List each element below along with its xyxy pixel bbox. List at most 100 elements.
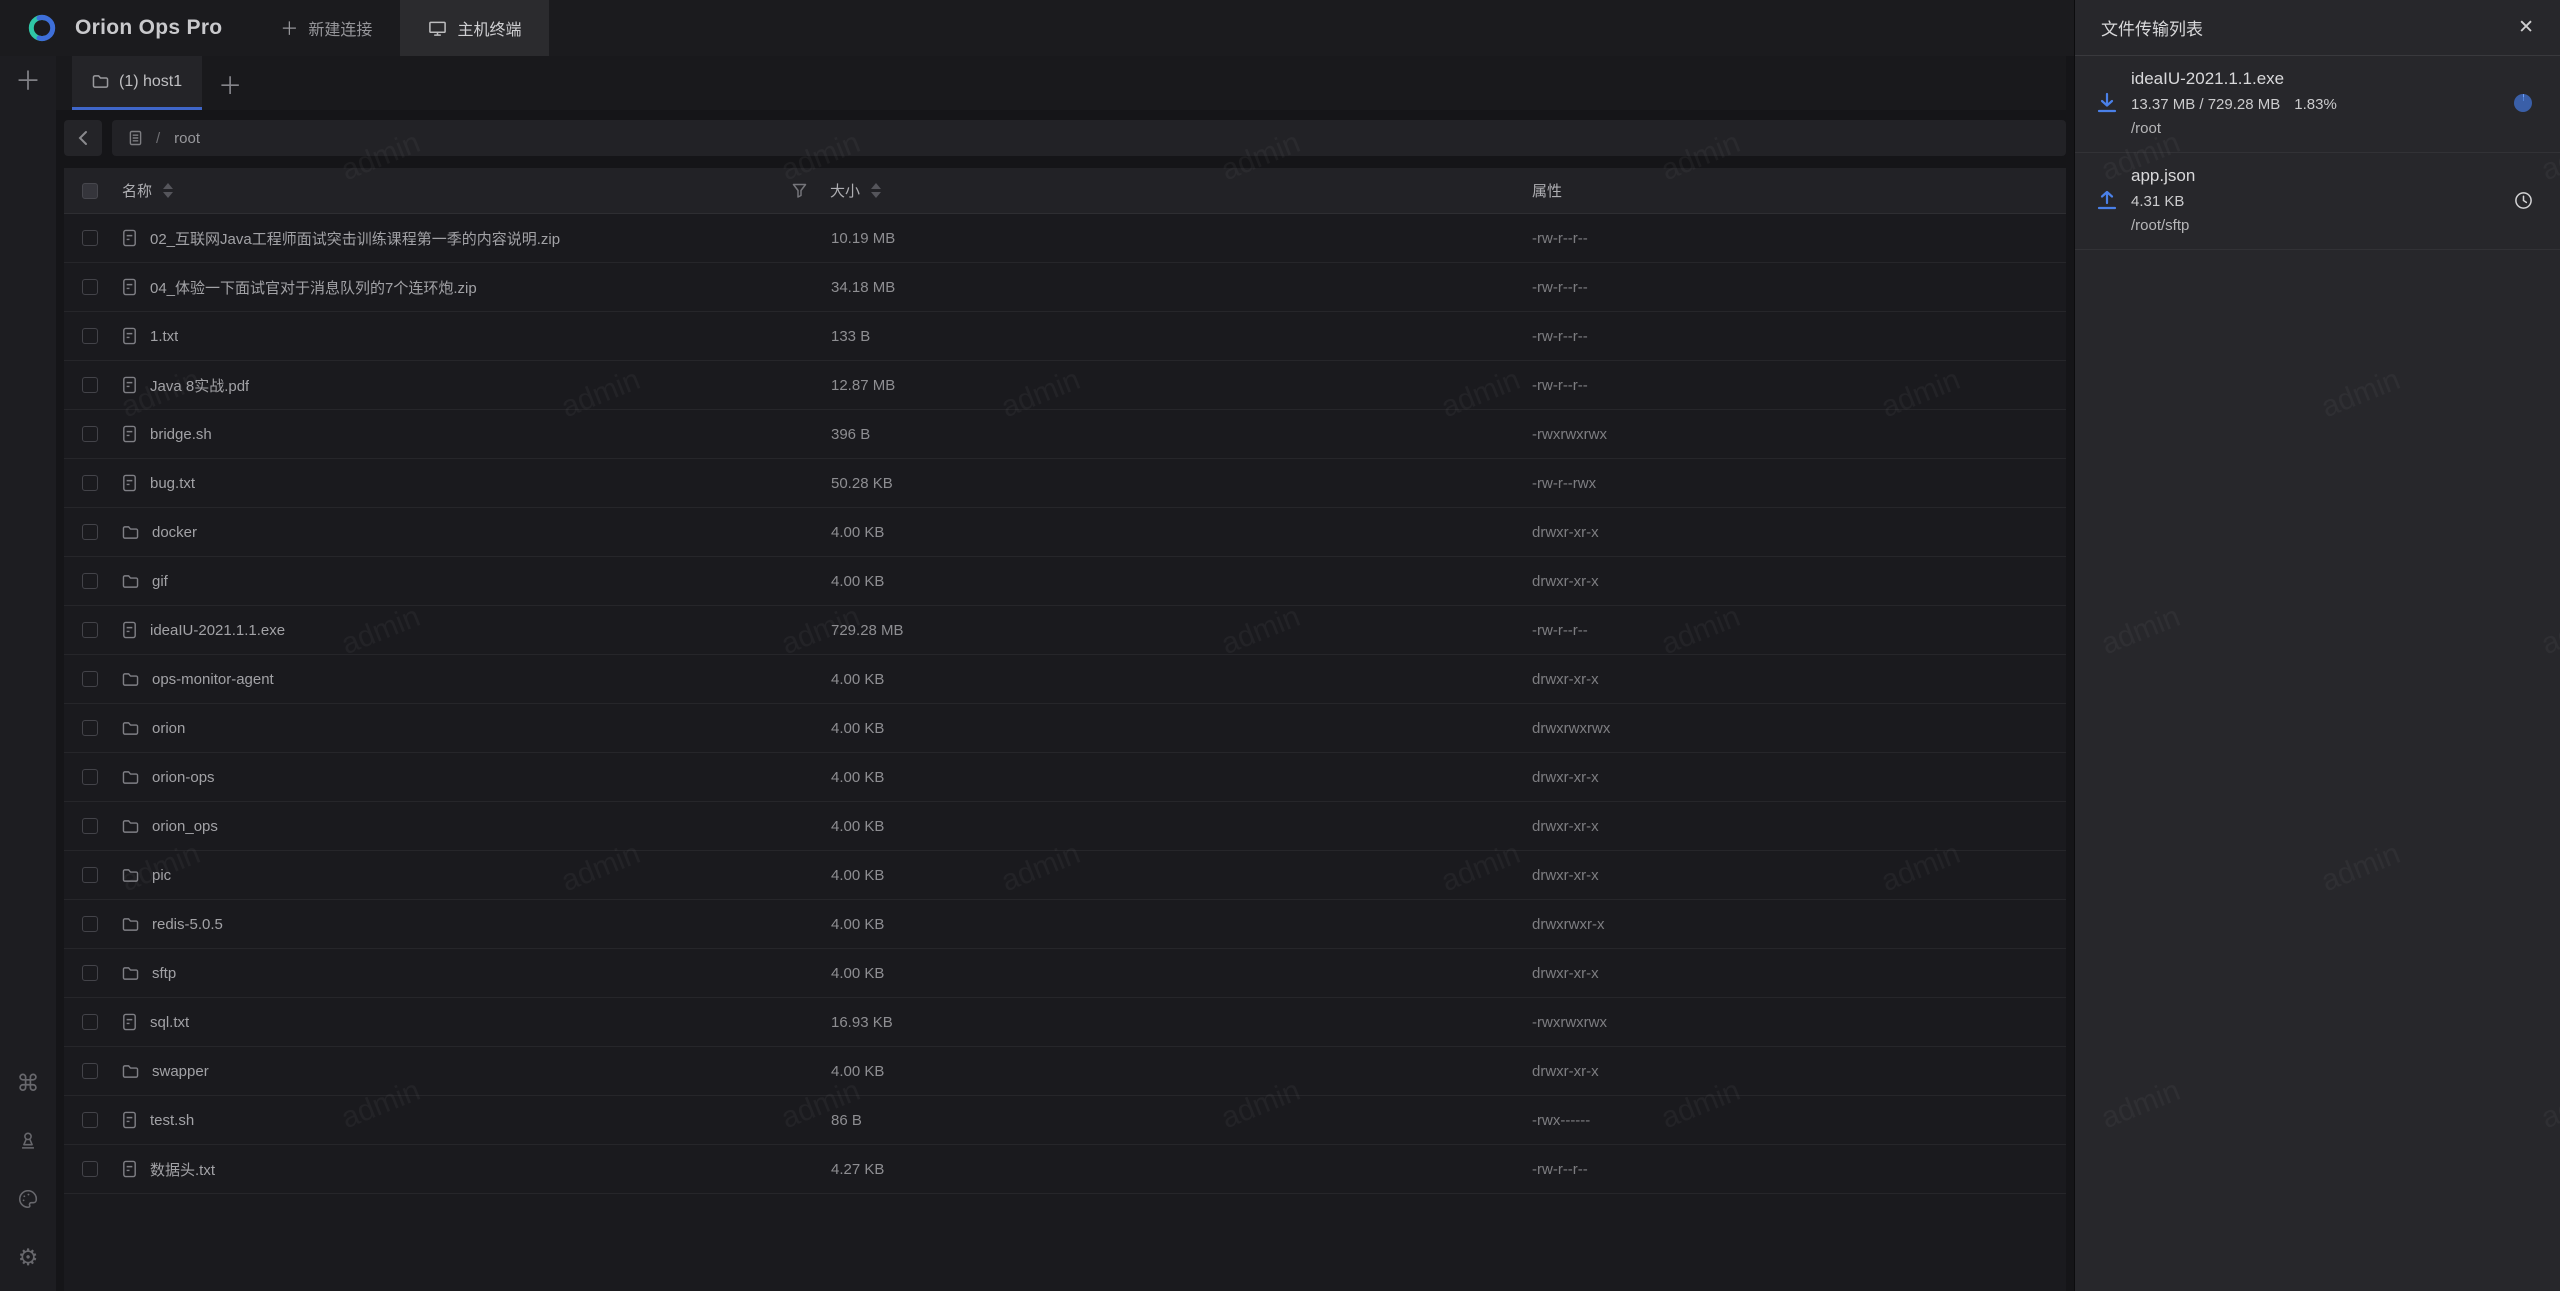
rail-add-button[interactable]: ＋ [15,68,41,94]
file-name[interactable]: pic [152,867,171,884]
host-terminal-tab[interactable]: 主机终端 [400,0,549,56]
row-checkbox[interactable] [82,1014,98,1030]
transfer-item[interactable]: ideaIU-2021.1.1.exe 13.37 MB / 729.28 MB… [2075,56,2560,153]
row-checkbox[interactable] [82,573,98,589]
file-name[interactable]: ideaIU-2021.1.1.exe [150,622,285,639]
tab-host1[interactable]: (1) host1 [72,56,202,110]
row-checkbox[interactable] [82,916,98,932]
file-size: 16.93 KB [792,1014,1532,1031]
file-icon [122,327,137,345]
file-size: 4.00 KB [792,769,1532,786]
size-sorter[interactable] [871,183,881,198]
file-name[interactable]: sql.txt [150,1014,189,1031]
name-sorter[interactable] [163,183,173,198]
table-row[interactable]: docker 4.00 KB drwxr-xr-x [64,508,2066,557]
folder-icon [122,819,139,834]
name-column-header: 名称 [122,180,152,201]
table-row[interactable]: pic 4.00 KB drwxr-xr-x [64,851,2066,900]
row-checkbox[interactable] [82,426,98,442]
row-checkbox[interactable] [82,524,98,540]
file-name[interactable]: ops-monitor-agent [152,671,274,688]
row-checkbox[interactable] [82,769,98,785]
transfer-item[interactable]: app.json 4.31 KB /root/sftp [2075,153,2560,250]
row-checkbox[interactable] [82,279,98,295]
palette-icon[interactable] [16,1187,40,1211]
new-tab-button[interactable]: ＋ [202,56,258,110]
list-icon[interactable] [129,130,142,146]
stamp-icon[interactable] [16,1129,40,1153]
body-row: ＋ ⌘ [0,56,2074,1291]
file-size: 4.00 KB [792,524,1532,541]
row-checkbox[interactable] [82,1112,98,1128]
table-row[interactable]: test.sh 86 B -rwx------ [64,1096,2066,1145]
file-name[interactable]: orion [152,720,185,737]
table-row[interactable]: ops-monitor-agent 4.00 KB drwxr-xr-x [64,655,2066,704]
table-row[interactable]: orion_ops 4.00 KB drwxr-xr-x [64,802,2066,851]
file-name[interactable]: swapper [152,1063,209,1080]
folder-icon [122,672,139,687]
back-button[interactable] [64,120,102,156]
file-size: 4.00 KB [792,671,1532,688]
row-checkbox[interactable] [82,328,98,344]
new-connection-button[interactable]: ＋ 新建连接 [252,0,400,56]
file-name[interactable]: orion-ops [152,769,215,786]
transfer-percent: 1.83% [2294,96,2337,113]
file-browser: / root 名称 [56,110,2066,1291]
file-name[interactable]: Java 8实战.pdf [150,375,249,396]
command-icon[interactable]: ⌘ [16,1071,40,1095]
table-row[interactable]: ideaIU-2021.1.1.exe 729.28 MB -rw-r--r-- [64,606,2066,655]
table-row[interactable]: bridge.sh 396 B -rwxrwxrwx [64,410,2066,459]
table-row[interactable]: orion-ops 4.00 KB drwxr-xr-x [64,753,2066,802]
filter-icon[interactable] [792,183,807,198]
file-size: 4.00 KB [792,916,1532,933]
file-name[interactable]: 02_互联网Java工程师面试突击训练课程第一季的内容说明.zip [150,228,560,249]
file-name[interactable]: bridge.sh [150,426,212,443]
row-checkbox[interactable] [82,622,98,638]
table-row[interactable]: swapper 4.00 KB drwxr-xr-x [64,1047,2066,1096]
file-name[interactable]: 数据头.txt [150,1159,215,1180]
file-name[interactable]: sftp [152,965,176,982]
table-row[interactable]: 02_互联网Java工程师面试突击训练课程第一季的内容说明.zip 10.19 … [64,214,2066,263]
app-root: Orion Ops Pro ＋ 新建连接 主机终端 ＋ [0,0,2560,1291]
row-checkbox[interactable] [82,720,98,736]
table-row[interactable]: Java 8实战.pdf 12.87 MB -rw-r--r-- [64,361,2066,410]
table-row[interactable]: 04_体验一下面试官对于消息队列的7个连环炮.zip 34.18 MB -rw-… [64,263,2066,312]
table-row[interactable]: redis-5.0.5 4.00 KB drwxrwxr-x [64,900,2066,949]
file-icon [122,621,137,639]
close-icon[interactable]: ✕ [2518,18,2534,37]
file-icon [122,1013,137,1031]
row-checkbox[interactable] [82,230,98,246]
breadcrumb-root[interactable]: root [174,130,200,147]
table-row[interactable]: bug.txt 50.28 KB -rw-r--rwx [64,459,2066,508]
file-name[interactable]: 04_体验一下面试官对于消息队列的7个连环炮.zip [150,277,477,298]
row-checkbox[interactable] [82,1063,98,1079]
row-checkbox[interactable] [82,818,98,834]
table-row[interactable]: orion 4.00 KB drwxrwxrwx [64,704,2066,753]
file-attr: drwxr-xr-x [1532,524,2066,541]
file-name[interactable]: bug.txt [150,475,195,492]
row-checkbox[interactable] [82,475,98,491]
folder-icon [122,966,139,981]
file-name[interactable]: orion_ops [152,818,218,835]
row-checkbox[interactable] [82,965,98,981]
table-row[interactable]: gif 4.00 KB drwxr-xr-x [64,557,2066,606]
folder-icon [122,574,139,589]
row-checkbox[interactable] [82,1161,98,1177]
file-attr: drwxr-xr-x [1532,867,2066,884]
table-row[interactable]: 数据头.txt 4.27 KB -rw-r--r-- [64,1145,2066,1194]
file-name[interactable]: test.sh [150,1112,194,1129]
row-checkbox[interactable] [82,867,98,883]
row-checkbox[interactable] [82,671,98,687]
folder-icon [122,1064,139,1079]
select-all-checkbox[interactable] [82,183,98,199]
file-name[interactable]: docker [152,524,197,541]
table-row[interactable]: sftp 4.00 KB drwxr-xr-x [64,949,2066,998]
row-checkbox[interactable] [82,377,98,393]
file-name[interactable]: 1.txt [150,328,178,345]
gear-icon[interactable]: ⚙ [16,1245,40,1269]
table-row[interactable]: sql.txt 16.93 KB -rwxrwxrwx [64,998,2066,1047]
file-name[interactable]: redis-5.0.5 [152,916,223,933]
table-row[interactable]: 1.txt 133 B -rw-r--r-- [64,312,2066,361]
file-size: 12.87 MB [792,377,1532,394]
file-name[interactable]: gif [152,573,168,590]
